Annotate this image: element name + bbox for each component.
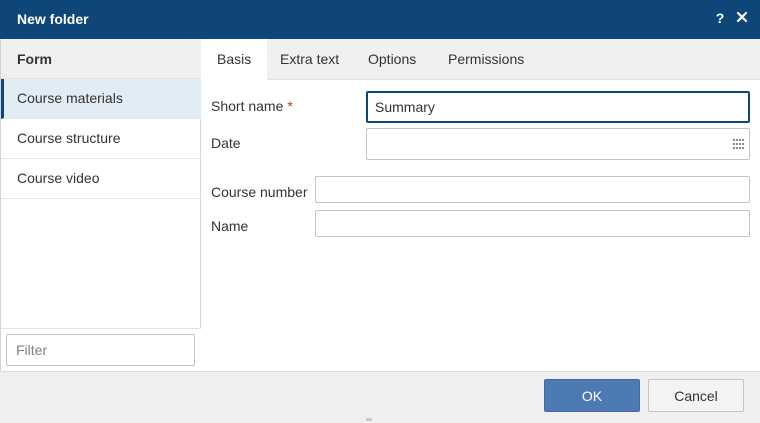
- sidebar-filter-area: [1, 328, 201, 371]
- calendar-grid-icon[interactable]: [732, 137, 746, 151]
- cancel-button[interactable]: Cancel: [648, 379, 744, 412]
- filter-input[interactable]: [6, 334, 195, 366]
- tab-extra-text[interactable]: Extra text: [264, 39, 355, 80]
- dialog-titlebar: New folder ?: [0, 0, 760, 39]
- resize-grip[interactable]: [366, 418, 372, 421]
- form-main: Basis Extra text Options Permissions Sho…: [201, 39, 760, 371]
- course-number-label: Course number: [211, 184, 308, 200]
- date-input[interactable]: [366, 128, 750, 160]
- required-marker: *: [287, 98, 293, 114]
- dialog-title: New folder: [17, 11, 89, 27]
- date-label: Date: [211, 135, 241, 151]
- help-button[interactable]: ?: [713, 10, 727, 26]
- form-sidebar: Form Course materials Course structure C…: [0, 39, 201, 371]
- sidebar-item-course-materials[interactable]: Course materials: [1, 79, 201, 119]
- close-icon[interactable]: [735, 9, 749, 25]
- tab-options[interactable]: Options: [352, 39, 432, 80]
- short-name-input[interactable]: [366, 91, 750, 123]
- name-label: Name: [211, 218, 249, 234]
- course-number-input[interactable]: [315, 176, 750, 203]
- dialog-footer: OK Cancel: [0, 371, 760, 423]
- sidebar-item-course-video[interactable]: Course video: [1, 159, 201, 199]
- tab-basis[interactable]: Basis: [201, 39, 268, 81]
- sidebar-item-label: Course video: [17, 170, 100, 186]
- ok-button[interactable]: OK: [544, 379, 640, 412]
- short-name-label: Short name *: [211, 98, 293, 114]
- name-input[interactable]: [315, 210, 750, 237]
- sidebar-item-course-structure[interactable]: Course structure: [1, 119, 201, 159]
- sidebar-header: Form: [1, 39, 201, 79]
- tab-permissions[interactable]: Permissions: [432, 39, 540, 80]
- tab-bar: Basis Extra text Options Permissions: [201, 39, 760, 81]
- short-name-label-text: Short name: [211, 98, 284, 114]
- sidebar-item-label: Course structure: [17, 130, 121, 146]
- sidebar-item-label: Course materials: [17, 90, 123, 106]
- sidebar-header-label: Form: [17, 51, 52, 67]
